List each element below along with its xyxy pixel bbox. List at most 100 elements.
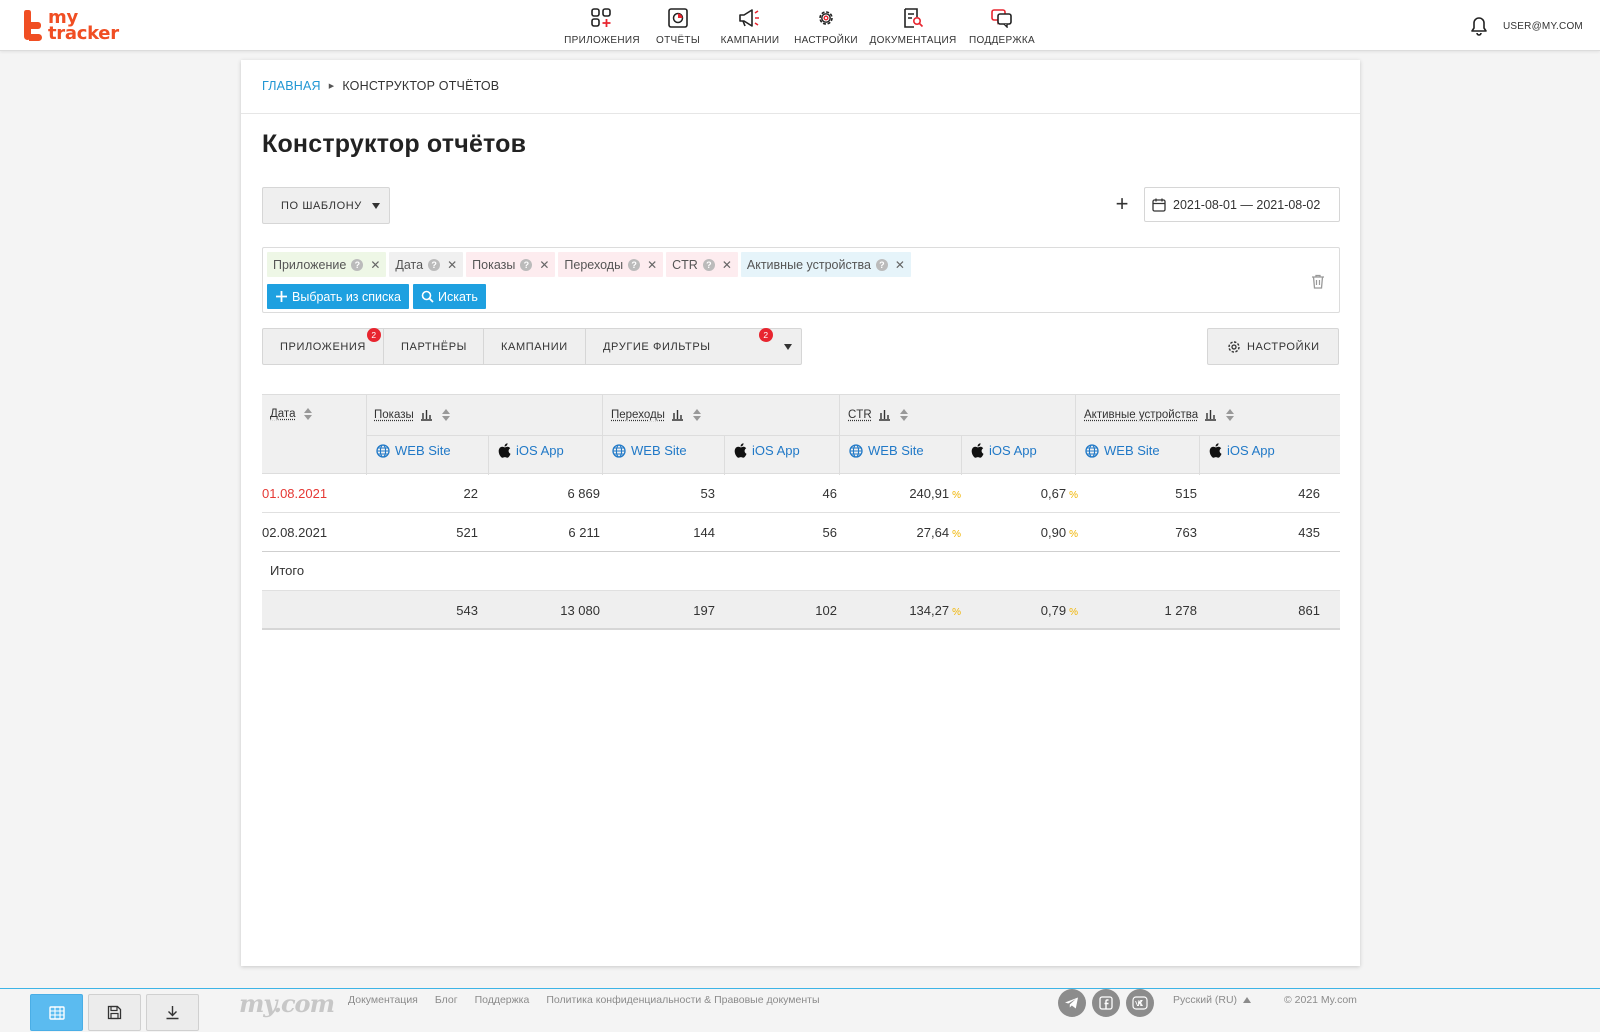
choose-from-list-button[interactable]: Выбрать из списка [267,284,409,309]
bar-chart-icon[interactable] [878,408,891,421]
metric-chip[interactable]: Дата? ✕ [389,252,464,277]
remove-icon[interactable]: ✕ [722,258,732,272]
sort-icon[interactable] [441,408,450,421]
social-links [1058,989,1154,1017]
bar-chart-icon[interactable] [671,408,684,421]
subcolumn-web-site[interactable]: WEB Site [376,443,451,458]
column-header-group[interactable]: Показы [374,408,450,421]
table-settings-button[interactable]: НАСТРОЙКИ [1207,328,1339,365]
metric-chip-label: Дата [395,257,424,272]
subcolumn-ios-app[interactable]: iOS App [498,443,564,458]
filter-partners-button[interactable]: ПАРТНЁРЫ [384,329,484,364]
cell-value: 240,91 [909,486,950,501]
sort-icon[interactable] [304,408,313,420]
filter-other-button[interactable]: ДРУГИЕ ФИЛЬТРЫ 2 [586,328,801,364]
subcolumn-web-site[interactable]: WEB Site [1085,443,1160,458]
language-label: Русский (RU) [1173,994,1238,1006]
help-icon[interactable]: ? [351,258,364,271]
user-email[interactable]: USER@MY.COM [1503,21,1583,32]
metric-chip[interactable]: Переходы? ✕ [558,252,664,277]
subcolumn-ios-app[interactable]: iOS App [734,443,800,458]
remove-icon[interactable]: ✕ [447,258,457,272]
column-header-date[interactable]: Дата [270,408,313,420]
subcolumn-label: iOS App [516,443,564,458]
metric-chip[interactable]: CTR? ✕ [666,252,738,277]
remove-icon[interactable]: ✕ [539,258,549,272]
facebook-icon[interactable] [1092,989,1120,1017]
subcolumn-label: iOS App [1227,443,1275,458]
main-nav: ПРИЛОЖЕНИЯ ОТЧЁТЫ КАМПАНИИ НАСТРОЙКИ ДОК… [560,0,1042,50]
save-icon [107,1005,122,1020]
subcolumn-ios-app[interactable]: iOS App [971,443,1037,458]
nav-apps[interactable]: ПРИЛОЖЕНИЯ [560,0,644,50]
footer-link[interactable]: Поддержка [475,994,530,1006]
filter-other-label: ДРУГИЕ ФИЛЬТРЫ [603,340,711,353]
save-button[interactable] [88,994,141,1031]
subcolumn-web-site[interactable]: WEB Site [849,443,924,458]
subcolumn-web-site[interactable]: WEB Site [612,443,687,458]
filter-apps-button[interactable]: ПРИЛОЖЕНИЯ 2 [263,328,384,364]
divider [367,435,1340,436]
nav-support-label: ПОДДЕРЖКА [969,35,1035,46]
nav-campaigns[interactable]: КАМПАНИИ [712,0,788,50]
nav-documentation[interactable]: ДОКУМЕНТАЦИЯ [864,0,962,50]
bar-chart-icon[interactable] [420,408,433,421]
metric-chip[interactable]: Приложение? ✕ [267,252,387,277]
nav-settings[interactable]: НАСТРОЙКИ [788,0,864,50]
help-icon[interactable]: ? [428,258,441,271]
breadcrumb-home-link[interactable]: ГЛАВНАЯ [262,79,321,93]
cell-value: 27,64 [916,525,950,540]
globe-icon [376,443,390,458]
column-header-group[interactable]: Переходы [611,408,701,421]
subcolumn-ios-app[interactable]: iOS App [1209,443,1275,458]
footer-link[interactable]: Блог [435,994,458,1006]
caret-up-icon [1243,997,1252,1003]
template-dropdown-button[interactable]: ПО ШАБЛОНУ [262,187,390,224]
column-header-label: Переходы [611,408,665,421]
apple-icon [1209,443,1222,458]
total-cell: 0,79% [1041,603,1078,618]
help-icon[interactable]: ? [875,258,888,271]
column-header-group[interactable]: CTR [848,408,908,421]
remove-icon[interactable]: ✕ [370,258,380,272]
table-cell: 0,90% [1041,525,1078,540]
apps-icon [591,8,611,27]
nav-campaigns-label: КАМПАНИИ [720,35,780,46]
bell-icon[interactable] [1470,16,1488,36]
help-icon[interactable]: ? [702,258,715,271]
sort-icon[interactable] [1226,408,1235,421]
metric-chip[interactable]: Показы? ✕ [466,252,556,277]
download-button[interactable] [146,994,199,1031]
telegram-icon[interactable] [1058,989,1086,1017]
search-button[interactable]: Искать [412,284,486,309]
logo-mark-icon [22,8,42,44]
nav-reports[interactable]: ОТЧЁТЫ [644,0,712,50]
remove-icon[interactable]: ✕ [647,258,657,272]
sort-icon[interactable] [692,408,701,421]
sort-icon[interactable] [899,408,908,421]
gear-icon [1228,340,1240,353]
globe-icon [849,443,863,458]
filter-campaigns-button[interactable]: КАМПАНИИ [484,329,586,364]
language-selector[interactable]: Русский (RU) [1173,994,1252,1006]
table-row[interactable]: 01.08.2021 22 6 869 53 46 240,91% 0,67% … [262,474,1340,513]
date-range-picker[interactable]: 2021-08-01 — 2021-08-02 [1144,187,1340,222]
footer: my.com Документация Блог Поддержка Полит… [0,988,1600,1032]
footer-link[interactable]: Политика конфиденциальности & Правовые д… [546,994,819,1006]
remove-icon[interactable]: ✕ [895,258,905,272]
mycom-logo[interactable]: my.com [239,989,335,1018]
table-view-button[interactable] [30,994,83,1031]
table-row[interactable]: 02.08.2021 521 6 211 144 56 27,64% 0,90%… [262,513,1340,552]
nav-support[interactable]: ПОДДЕРЖКА [962,0,1042,50]
footer-link[interactable]: Документация [348,994,418,1006]
help-icon[interactable]: ? [628,258,641,271]
divider [724,435,725,475]
metric-chip[interactable]: Активные устройства? ✕ [740,252,911,277]
trash-icon[interactable] [1311,274,1325,289]
bar-chart-icon[interactable] [1204,408,1217,421]
column-header-group[interactable]: Активные устройства [1084,408,1235,421]
help-icon[interactable]: ? [520,258,533,271]
add-button[interactable]: + [1110,193,1134,217]
vk-icon[interactable] [1126,989,1154,1017]
mytracker-logo[interactable]: my tracker [22,8,119,44]
